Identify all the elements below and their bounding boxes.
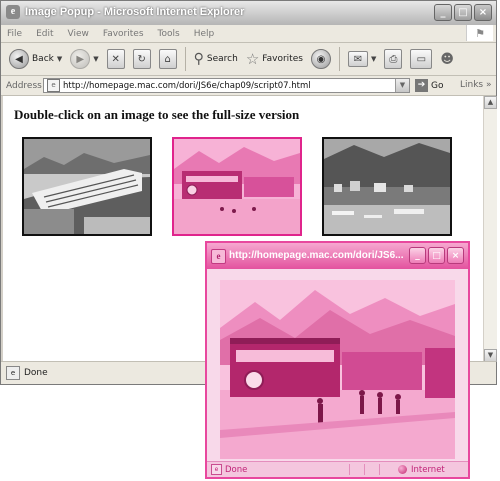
address-bar: Address e http://homepage.mac.com/dori/J… xyxy=(1,76,496,96)
menu-favorites[interactable]: Favorites xyxy=(103,29,144,39)
train-full-image xyxy=(220,280,455,459)
favorites-button[interactable]: ☆ Favorites xyxy=(244,46,305,72)
status-panel xyxy=(364,464,379,475)
page-icon: e xyxy=(47,79,60,92)
messenger-icon: ☻ xyxy=(440,51,454,67)
address-dropdown-icon[interactable]: ▼ xyxy=(395,79,409,92)
popup-status-text: Done xyxy=(225,464,248,475)
popup-title-bar[interactable]: e http://homepage.mac.com/dori/JS6... _ … xyxy=(207,243,468,269)
popup-page-status-icon: e xyxy=(211,464,222,475)
popup-minimize-button[interactable]: _ xyxy=(409,247,426,264)
scroll-up-icon[interactable]: ▲ xyxy=(484,96,497,109)
minimize-button[interactable]: _ xyxy=(434,4,452,21)
go-button[interactable]: ➔ Go xyxy=(415,79,443,92)
cruise-ship-image xyxy=(24,139,150,234)
edit-page-icon: ▭ xyxy=(410,49,433,69)
popup-close-button[interactable]: × xyxy=(447,247,464,264)
back-dropdown-icon[interactable]: ▼ xyxy=(57,55,62,63)
toolbar: ◀ Back ▼ ▶ ▼ ✕ ↻ ⌂ ⚲ Search ☆ Favorites … xyxy=(1,43,496,76)
stop-button[interactable]: ✕ xyxy=(105,46,127,72)
vertical-scrollbar[interactable]: ▲ ▼ xyxy=(483,96,497,362)
train-image xyxy=(174,139,300,234)
thumbnail-harbor[interactable] xyxy=(322,137,452,236)
forward-button[interactable]: ▶ ▼ xyxy=(68,46,100,72)
back-arrow-icon: ◀ xyxy=(9,49,29,69)
media-icon: ◉ xyxy=(310,49,331,69)
forward-dropdown-icon[interactable]: ▼ xyxy=(93,55,98,63)
refresh-button[interactable]: ↻ xyxy=(131,46,153,72)
media-button[interactable]: ◉ xyxy=(309,46,333,72)
print-icon: ⎙ xyxy=(384,49,403,69)
address-input[interactable]: e http://homepage.mac.com/dori/JS6e/chap… xyxy=(43,78,410,93)
page-heading: Double-click on an image to see the full… xyxy=(14,107,300,122)
back-button[interactable]: ◀ Back ▼ xyxy=(7,46,64,72)
title-bar[interactable]: e Image Popup - Microsoft Internet Explo… xyxy=(1,1,496,26)
messenger-button[interactable]: ☻ xyxy=(438,46,456,72)
address-url[interactable]: http://homepage.mac.com/dori/JS6e/chap09… xyxy=(63,81,311,91)
home-button[interactable]: ⌂ xyxy=(157,46,179,72)
maximize-icon: □ xyxy=(458,7,468,18)
maximize-icon: □ xyxy=(432,250,441,261)
go-arrow-icon: ➔ xyxy=(415,79,428,92)
minimize-icon: _ xyxy=(440,7,446,18)
harbor-image xyxy=(324,139,450,234)
popup-status-bar: e Done Internet xyxy=(207,461,468,477)
menu-help[interactable]: Help xyxy=(194,29,215,39)
menu-tools[interactable]: Tools xyxy=(158,29,180,39)
go-label: Go xyxy=(431,80,444,91)
forward-arrow-icon: ▶ xyxy=(70,49,91,69)
edit-button[interactable]: ▭ xyxy=(408,46,434,72)
mail-button[interactable]: ✉ ▼ xyxy=(346,46,378,72)
close-icon: × xyxy=(451,250,460,261)
mail-dropdown-icon[interactable]: ▼ xyxy=(371,55,376,63)
close-icon: × xyxy=(478,7,488,18)
close-button[interactable]: × xyxy=(474,4,492,21)
links-button[interactable]: Links » xyxy=(460,80,492,90)
ie-logo-icon: e xyxy=(6,5,20,19)
links-chevron-icon: » xyxy=(486,80,492,90)
links-label: Links xyxy=(460,80,484,90)
toolbar-separator xyxy=(338,47,340,71)
stop-icon: ✕ xyxy=(106,49,125,69)
window-title: Image Popup - Microsoft Internet Explore… xyxy=(25,6,245,18)
internet-zone-icon xyxy=(398,465,407,474)
thumbnail-cruise-ship[interactable] xyxy=(22,137,152,236)
back-label: Back xyxy=(32,54,54,64)
page-status-icon: e xyxy=(6,366,20,380)
popup-window: e http://homepage.mac.com/dori/JS6... _ … xyxy=(205,241,470,479)
thumbnail-train[interactable] xyxy=(172,137,302,236)
menu-bar: File Edit View Favorites Tools Help ⚑ xyxy=(1,25,496,43)
minimize-icon: _ xyxy=(415,250,420,261)
mail-icon: ✉ xyxy=(347,51,368,67)
popup-title: http://homepage.mac.com/dori/JS6... xyxy=(229,250,404,261)
favorites-label: Favorites xyxy=(262,54,303,64)
star-icon: ☆ xyxy=(245,50,260,68)
popup-zone-text: Internet xyxy=(411,464,445,475)
search-button[interactable]: ⚲ Search xyxy=(192,46,240,72)
popup-ie-icon: e xyxy=(211,249,226,264)
maximize-button[interactable]: □ xyxy=(454,4,472,21)
popup-full-size-image xyxy=(220,280,455,459)
menu-edit[interactable]: Edit xyxy=(36,29,53,39)
search-icon: ⚲ xyxy=(193,51,204,67)
home-icon: ⌂ xyxy=(158,49,177,69)
search-label: Search xyxy=(206,54,238,64)
toolbar-separator xyxy=(184,47,186,71)
menu-view[interactable]: View xyxy=(68,29,89,39)
status-panel xyxy=(349,464,364,475)
status-panel xyxy=(379,464,394,475)
refresh-icon: ↻ xyxy=(132,49,151,69)
status-text: Done xyxy=(24,368,48,378)
popup-maximize-button[interactable]: □ xyxy=(428,247,445,264)
address-label: Address xyxy=(6,80,42,91)
print-button[interactable]: ⎙ xyxy=(382,46,404,72)
windows-flag-icon: ⚑ xyxy=(466,25,493,41)
menu-file[interactable]: File xyxy=(7,29,22,39)
